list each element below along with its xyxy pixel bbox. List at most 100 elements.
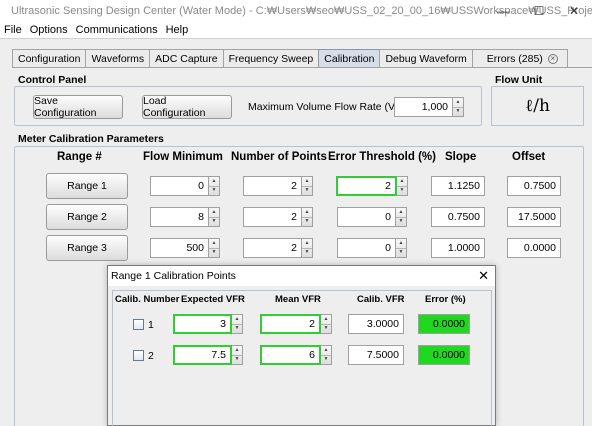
dialog-close-icon[interactable]: ✕ bbox=[478, 268, 489, 284]
save-configuration-button[interactable]: Save Configuration bbox=[33, 95, 123, 119]
tab-frequency-sweep[interactable]: Frequency Sweep bbox=[222, 49, 320, 67]
error-threshold-input[interactable]: 2 bbox=[336, 176, 397, 196]
offset-field[interactable]: 0.0000 bbox=[507, 238, 561, 258]
load-configuration-button[interactable]: Load Configuration bbox=[142, 95, 232, 119]
flow-minimum-spinner[interactable]: 500 ▲ ▼ bbox=[150, 238, 220, 258]
range-2-button[interactable]: Range 2 bbox=[46, 204, 128, 230]
number-of-points-input[interactable]: 2 bbox=[243, 207, 302, 227]
flow-minimum-input[interactable]: 500 bbox=[150, 238, 209, 258]
spinner-up-icon[interactable]: ▲ bbox=[302, 239, 312, 248]
calib-point-checkbox[interactable] bbox=[133, 319, 144, 330]
expected-vfr-spinner[interactable]: 3 ▲ ▼ bbox=[173, 314, 243, 334]
menu-help[interactable]: Help bbox=[162, 24, 193, 36]
tab-calibration[interactable]: Calibration bbox=[318, 49, 381, 67]
spinner-down-icon[interactable]: ▼ bbox=[232, 354, 242, 365]
tab-configuration[interactable]: Configuration bbox=[12, 49, 87, 67]
number-of-points-spinner[interactable]: 2 ▲ ▼ bbox=[243, 238, 313, 258]
range-1-button[interactable]: Range 1 bbox=[46, 173, 128, 199]
offset-field[interactable]: 0.7500 bbox=[507, 176, 561, 196]
flow-minimum-spinner[interactable]: 0 ▲ ▼ bbox=[150, 176, 220, 196]
slope-field[interactable]: 0.7500 bbox=[431, 207, 485, 227]
calib-point-checkbox[interactable] bbox=[133, 350, 144, 361]
error-threshold-spinner[interactable]: 0 ▲ ▼ bbox=[337, 238, 407, 258]
slope-field[interactable]: 1.1250 bbox=[431, 176, 485, 196]
spinner-up-icon[interactable]: ▲ bbox=[232, 346, 242, 355]
spinner-up-icon[interactable]: ▲ bbox=[232, 315, 242, 324]
error-pct-field: 0.0000 bbox=[418, 345, 470, 365]
spinner-up-icon[interactable]: ▲ bbox=[321, 315, 331, 324]
tab-debug-waveform[interactable]: Debug Waveform bbox=[379, 49, 473, 67]
spinner-up-icon[interactable]: ▲ bbox=[396, 208, 406, 217]
calibration-points-dialog: Range 1 Calibration Points ✕ Calib. Numb… bbox=[107, 265, 496, 426]
mean-vfr-spinner[interactable]: 6 ▲ ▼ bbox=[260, 345, 332, 365]
max-vfr-input[interactable]: 1,000 bbox=[394, 97, 453, 117]
flow-minimum-spinner[interactable]: 8 ▲ ▼ bbox=[150, 207, 220, 227]
spinner-down-icon[interactable]: ▼ bbox=[302, 216, 312, 227]
control-panel-title: Control Panel bbox=[18, 74, 87, 86]
spinner-down-icon[interactable]: ▼ bbox=[209, 247, 219, 258]
number-of-points-input[interactable]: 2 bbox=[243, 238, 302, 258]
menu-options[interactable]: Options bbox=[26, 24, 72, 36]
header-flow-minimum: Flow Minimum bbox=[143, 151, 223, 163]
spinner-down-icon[interactable]: ▼ bbox=[209, 216, 219, 227]
range-3-button[interactable]: Range 3 bbox=[46, 235, 128, 261]
minimize-button[interactable]: — bbox=[485, 0, 521, 22]
error-threshold-spinner[interactable]: 0 ▲ ▼ bbox=[337, 207, 407, 227]
spinner-down-icon[interactable]: ▼ bbox=[302, 185, 312, 196]
max-vfr-label: Maximum Volume Flow Rate (VFR) bbox=[248, 101, 413, 113]
menu-file[interactable]: File bbox=[0, 24, 26, 36]
slope-field[interactable]: 1.0000 bbox=[431, 238, 485, 258]
mean-vfr-input[interactable]: 6 bbox=[260, 345, 321, 365]
header-range: Range # bbox=[57, 151, 102, 163]
spinner-up-icon[interactable]: ▲ bbox=[302, 177, 312, 186]
spinner-up-icon[interactable]: ▲ bbox=[397, 177, 407, 186]
offset-field[interactable]: 17.5000 bbox=[507, 207, 561, 227]
spinner-down-icon[interactable]: ▼ bbox=[396, 247, 406, 258]
spinner-up-icon[interactable]: ▲ bbox=[396, 239, 406, 248]
number-of-points-input[interactable]: 2 bbox=[243, 176, 302, 196]
expected-vfr-spinner[interactable]: 7.5 ▲ ▼ bbox=[173, 345, 243, 365]
error-threshold-input[interactable]: 0 bbox=[337, 238, 396, 258]
tab-label: Errors (285) bbox=[486, 52, 543, 65]
flow-minimum-input[interactable]: 0 bbox=[150, 176, 209, 196]
maximize-button[interactable]: ☐ bbox=[521, 0, 557, 22]
error-threshold-spinner[interactable]: 2 ▲ ▼ bbox=[336, 176, 408, 196]
menu-communications[interactable]: Communications bbox=[72, 24, 162, 36]
number-of-points-spinner[interactable]: 2 ▲ ▼ bbox=[243, 176, 313, 196]
calib-vfr-field[interactable]: 7.5000 bbox=[348, 345, 404, 365]
mean-vfr-spinner[interactable]: 2 ▲ ▼ bbox=[260, 314, 332, 334]
expected-vfr-input[interactable]: 3 bbox=[173, 314, 232, 334]
tab-label: Frequency Sweep bbox=[228, 52, 314, 65]
spinner-down-icon[interactable]: ▼ bbox=[396, 216, 406, 227]
flow-unit-value: ℓ/h bbox=[491, 86, 584, 126]
spinner-up-icon[interactable]: ▲ bbox=[302, 208, 312, 217]
header-offset: Offset bbox=[512, 151, 546, 163]
spinner-down-icon[interactable]: ▼ bbox=[321, 323, 331, 334]
mean-vfr-input[interactable]: 2 bbox=[260, 314, 321, 334]
tab-waveforms[interactable]: Waveforms bbox=[85, 49, 151, 67]
error-pct-field: 0.0000 bbox=[418, 314, 470, 334]
spinner-up-icon[interactable]: ▲ bbox=[209, 177, 219, 186]
calib-point-number: 1 bbox=[148, 319, 154, 331]
spinner-down-icon[interactable]: ▼ bbox=[453, 106, 463, 117]
menu-bar: File Options Communications Help bbox=[0, 22, 592, 38]
number-of-points-spinner[interactable]: 2 ▲ ▼ bbox=[243, 207, 313, 227]
error-threshold-input[interactable]: 0 bbox=[337, 207, 396, 227]
tab-adc-capture[interactable]: ADC Capture bbox=[149, 49, 224, 67]
close-tab-icon[interactable]: × bbox=[547, 53, 558, 64]
spinner-up-icon[interactable]: ▲ bbox=[321, 346, 331, 355]
flow-minimum-input[interactable]: 8 bbox=[150, 207, 209, 227]
spinner-down-icon[interactable]: ▼ bbox=[209, 185, 219, 196]
spinner-down-icon[interactable]: ▼ bbox=[302, 247, 312, 258]
spinner-up-icon[interactable]: ▲ bbox=[209, 208, 219, 217]
expected-vfr-input[interactable]: 7.5 bbox=[173, 345, 232, 365]
tab-errors[interactable]: Errors (285) × bbox=[471, 49, 568, 67]
spinner-down-icon[interactable]: ▼ bbox=[321, 354, 331, 365]
spinner-down-icon[interactable]: ▼ bbox=[397, 185, 407, 196]
spinner-up-icon[interactable]: ▲ bbox=[209, 239, 219, 248]
calib-vfr-field[interactable]: 3.0000 bbox=[348, 314, 404, 334]
close-window-button[interactable]: ✕ bbox=[556, 0, 592, 22]
max-vfr-spinner[interactable]: 1,000 ▲ ▼ bbox=[394, 97, 464, 117]
spinner-up-icon[interactable]: ▲ bbox=[453, 98, 463, 107]
spinner-down-icon[interactable]: ▼ bbox=[232, 323, 242, 334]
